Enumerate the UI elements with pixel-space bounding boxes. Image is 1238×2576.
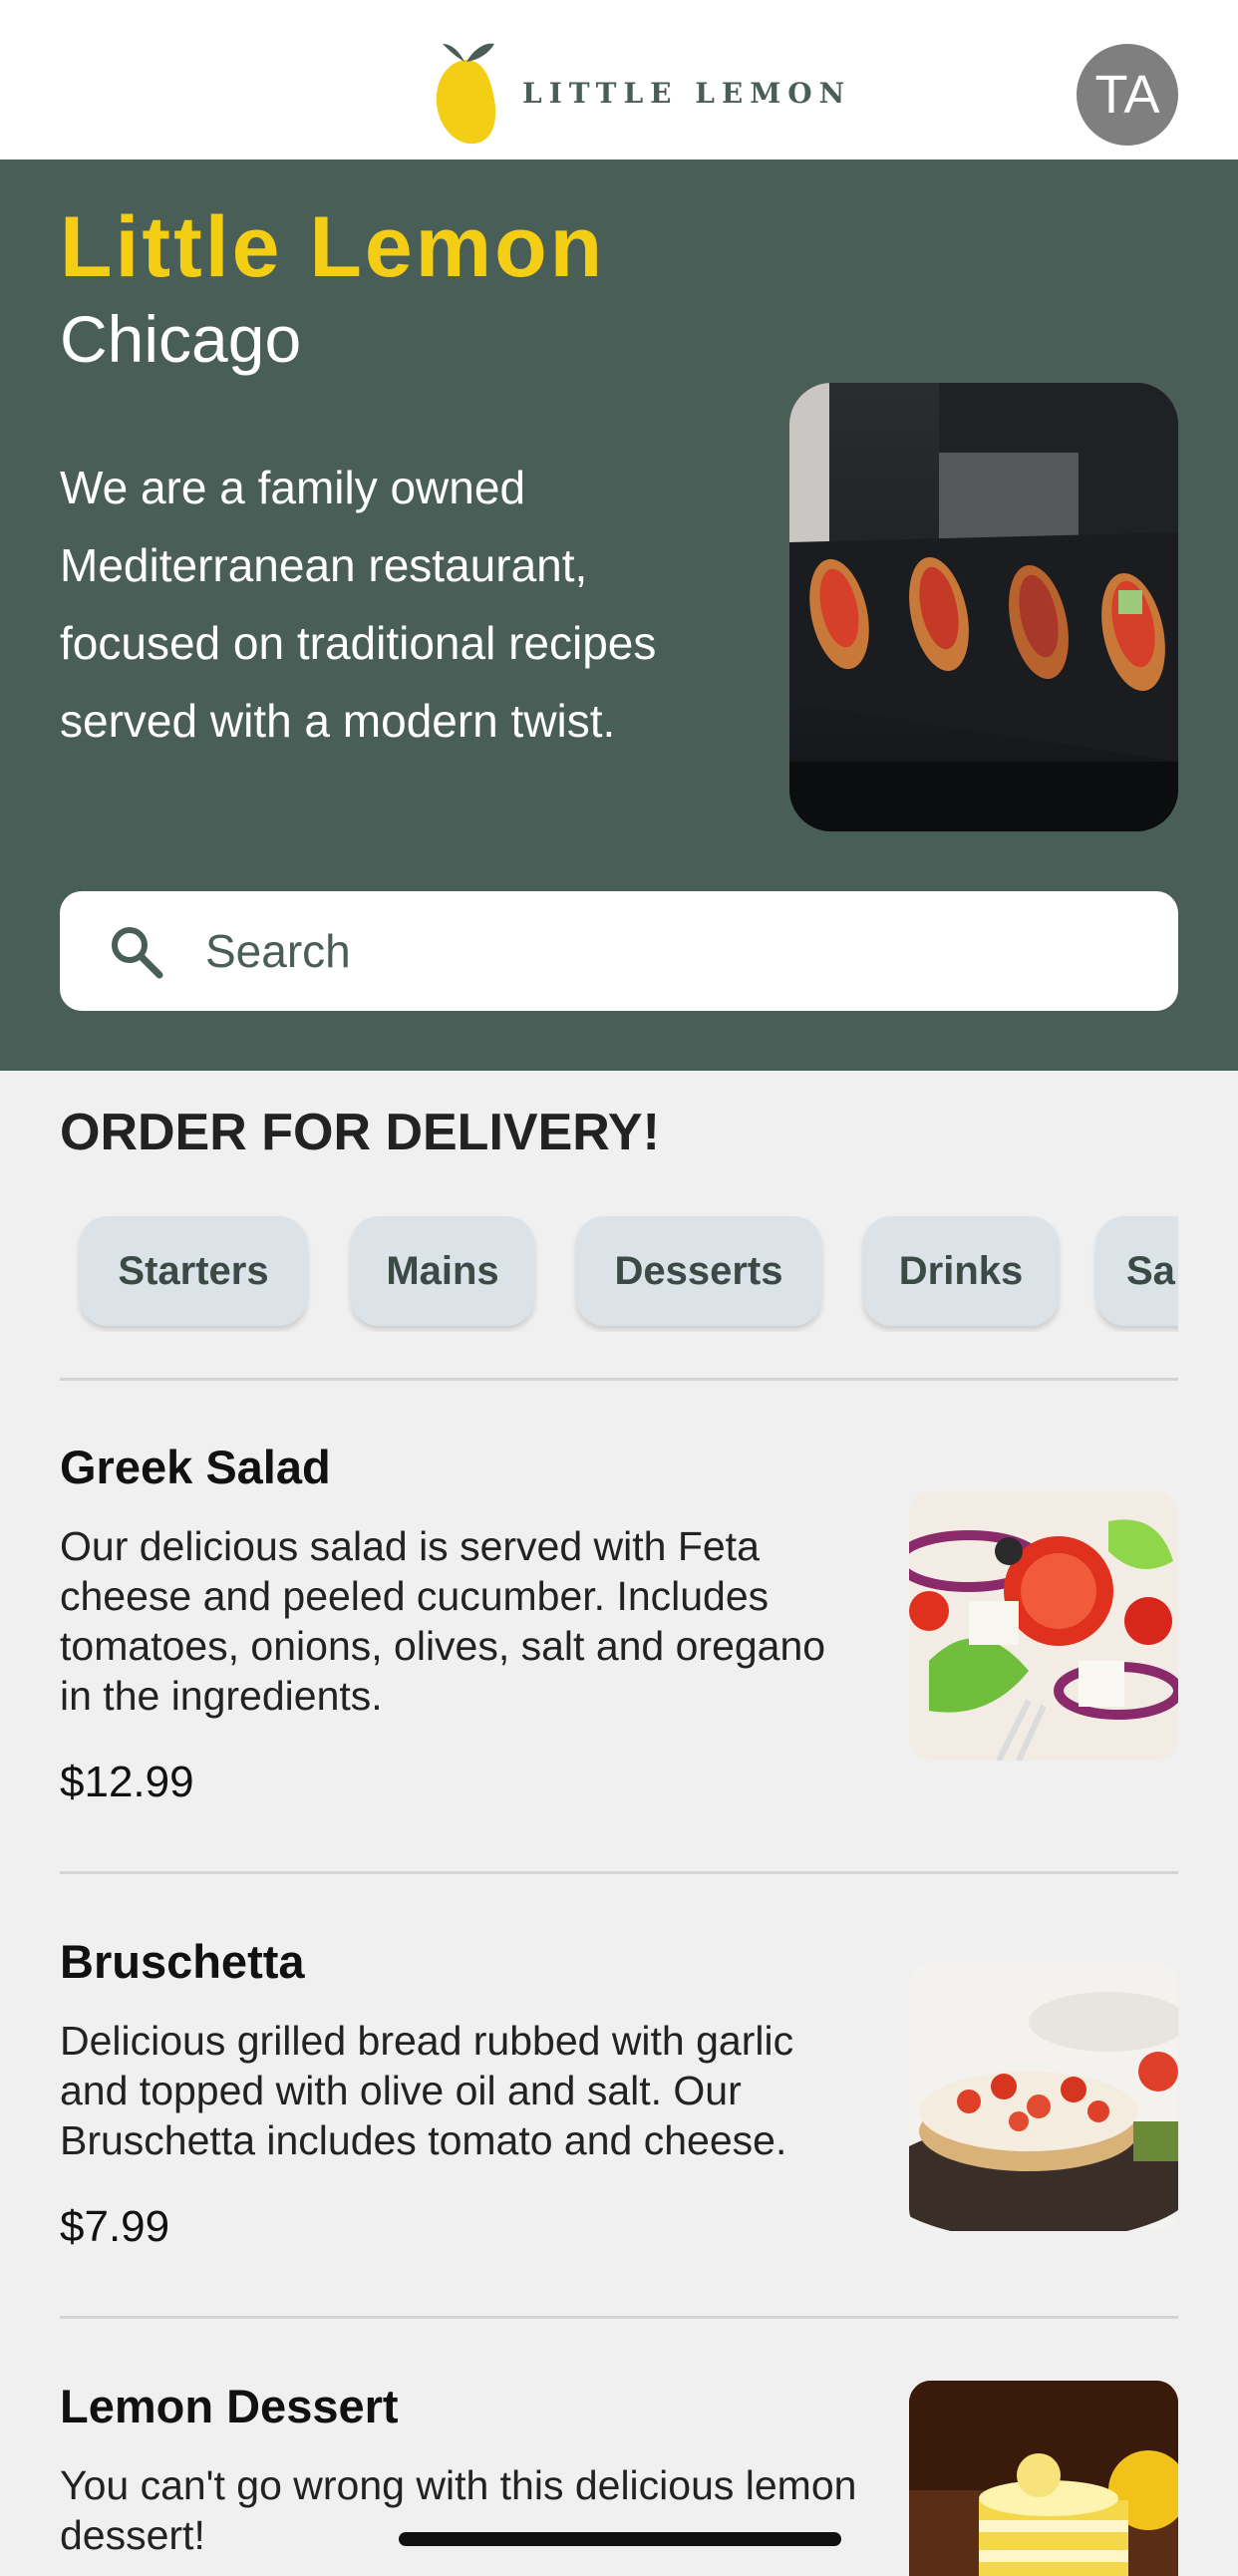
menu-item-greek-salad[interactable]: Greek Salad Our delicious salad is serve… <box>60 1438 1178 1836</box>
category-chips[interactable]: Starters Mains Desserts Drinks Sa <box>60 1202 1178 1332</box>
item-description: Delicious grilled bread rubbed with garl… <box>60 2018 794 2163</box>
category-chip-label: Mains <box>386 1248 499 1293</box>
item-name: Bruschetta <box>60 1935 305 1988</box>
category-chip-starters[interactable]: Starters <box>80 1216 307 1326</box>
bruschetta-image <box>909 1962 1178 2231</box>
category-chip-desserts[interactable]: Desserts <box>576 1216 821 1326</box>
search-icon <box>112 927 163 979</box>
menu-item-bruschetta[interactable]: Bruschetta Delicious grilled bread rubbe… <box>60 1932 1178 2331</box>
item-price: $7.99 <box>60 2202 170 2251</box>
avatar-initials: TA <box>1094 65 1160 125</box>
menu-item-lemon-dessert[interactable]: Lemon Dessert You can't go wrong with th… <box>60 2377 1178 2576</box>
hero-food-illustration <box>789 383 1178 831</box>
category-chip-label: Drinks <box>898 1248 1024 1293</box>
item-name: Lemon Dessert <box>60 2380 399 2432</box>
divider <box>60 1871 1178 1874</box>
lemon-dessert-illustration <box>909 2381 1178 2576</box>
category-chip-partial[interactable]: Sa <box>1096 1216 1178 1326</box>
logo: LITTLE LEMON <box>431 38 851 148</box>
app-screen: LITTLE LEMON TA Little Lemon Chicago We … <box>0 0 1238 2576</box>
hero-city: Chicago <box>60 302 302 376</box>
profile-avatar[interactable]: TA <box>1077 44 1178 146</box>
app-header: LITTLE LEMON TA <box>0 0 1238 160</box>
hero-section: Little Lemon Chicago We are a family own… <box>0 160 1238 1071</box>
hero-title: Little Lemon <box>60 199 606 295</box>
lemon-dessert-image <box>909 2381 1178 2576</box>
hero-description: We are a family owned Mediterranean rest… <box>60 462 657 747</box>
category-chip-label: Desserts <box>614 1248 783 1293</box>
divider <box>60 2316 1178 2319</box>
search-input[interactable] <box>205 924 1102 978</box>
category-chip-label: Starters <box>118 1248 269 1293</box>
home-indicator[interactable] <box>399 2532 841 2546</box>
item-description: Our delicious salad is served with Feta … <box>60 1523 826 1719</box>
item-price: $12.99 <box>60 1758 194 1806</box>
greek-salad-illustration <box>909 1491 1178 1761</box>
search-bar[interactable] <box>60 891 1178 1011</box>
item-name: Greek Salad <box>60 1441 331 1493</box>
bruschetta-illustration <box>909 1962 1178 2231</box>
category-chip-mains[interactable]: Mains <box>351 1216 534 1326</box>
divider <box>60 1378 1178 1381</box>
greek-salad-image <box>909 1491 1178 1761</box>
order-section-title: ORDER FOR DELIVERY! <box>60 1104 660 1161</box>
category-chip-drinks[interactable]: Drinks <box>863 1216 1059 1326</box>
lemon-logo-icon <box>436 43 496 145</box>
category-chip-label: Sa <box>1126 1248 1175 1293</box>
logo-text: LITTLE LEMON <box>522 76 852 110</box>
hero-food-image <box>789 383 1178 831</box>
